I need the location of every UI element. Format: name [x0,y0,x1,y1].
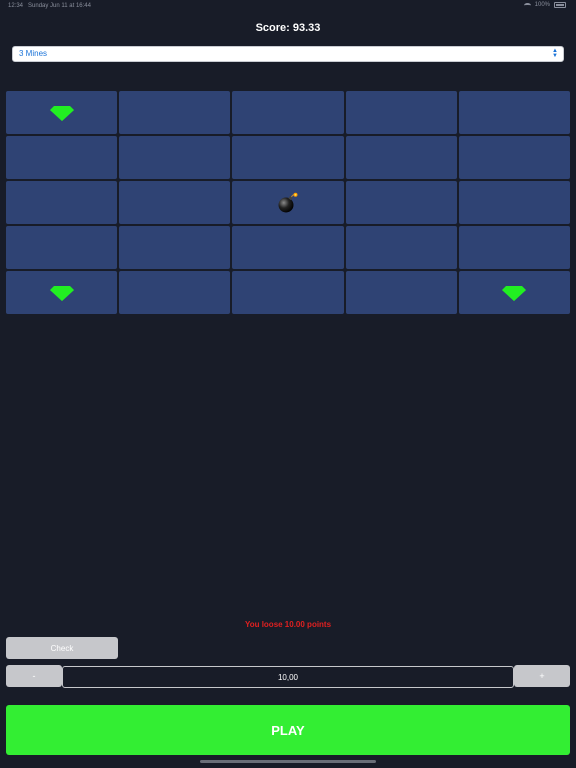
tile-r5-c5[interactable] [458,271,570,314]
tile-r1-c5[interactable] [458,91,570,134]
tile-r3-c5[interactable] [458,181,570,224]
tile-r4-c2[interactable] [119,226,231,269]
check-button[interactable]: Check [6,637,118,659]
tile-r5-c2[interactable] [119,271,231,314]
battery-icon [554,2,566,8]
tile-r1-c2[interactable] [119,91,231,134]
bet-amount-input[interactable] [62,666,514,688]
tile-r1-c4[interactable] [345,91,457,134]
play-button[interactable]: PLAY [6,705,570,755]
gem-icon [49,105,74,121]
chevron-up-down-icon: ▲ ▼ [552,48,558,59]
bomb-icon [278,192,298,212]
tile-r4-c3[interactable] [232,226,344,269]
tile-r4-c1[interactable] [6,226,118,269]
tile-r4-c5[interactable] [458,226,570,269]
tile-r2-c1[interactable] [6,136,118,179]
tile-r3-c2[interactable] [119,181,231,224]
battery-percent: 100% [534,2,550,8]
decrease-bet-button[interactable]: - [6,665,62,687]
tile-r5-c1[interactable] [6,271,118,314]
tile-r2-c4[interactable] [345,136,457,179]
tile-r5-c3[interactable] [232,271,344,314]
status-time: 12:34 Sunday Jun 11 at 16:44 [8,3,91,9]
gem-icon [49,285,74,301]
tile-r3-c1[interactable] [6,181,118,224]
status-time-text: 12:34 [8,3,24,9]
result-message: You loose 10.00 points [244,620,332,629]
score-label: Score: 93.33 [255,22,321,34]
tile-r1-c3[interactable] [232,91,344,134]
tile-r1-c1[interactable] [6,91,118,134]
tile-r2-c2[interactable] [119,136,231,179]
status-right: 100% [523,2,566,8]
tile-r5-c4[interactable] [345,271,457,314]
tile-r4-c4[interactable] [345,226,457,269]
status-bar: 12:34 Sunday Jun 11 at 16:44 100% [0,0,576,14]
tile-r2-c3[interactable] [232,136,344,179]
game-screen: 12:34 Sunday Jun 11 at 16:44 100% Score:… [0,0,576,768]
wifi-icon [523,2,531,8]
status-date-text: Sunday Jun 11 at 16:44 [28,3,91,9]
mines-board [6,91,570,314]
tile-r2-c5[interactable] [458,136,570,179]
tile-r3-c4[interactable] [345,181,457,224]
mines-count-select[interactable]: 3 Mines ▲ ▼ [12,46,564,62]
mines-select-value: 3 Mines [19,49,48,58]
home-indicator [200,760,376,763]
gem-icon [502,285,527,301]
tile-r3-c3[interactable] [232,181,344,224]
increase-bet-button[interactable]: + [514,665,570,687]
